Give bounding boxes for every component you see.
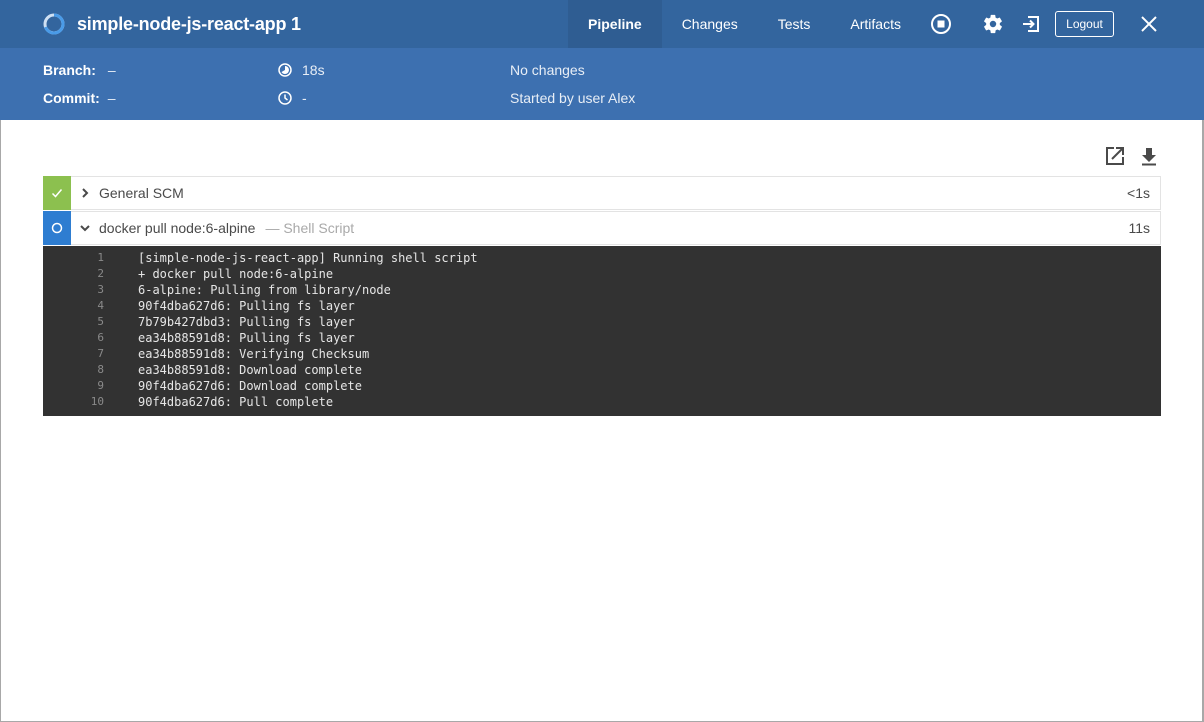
line-number[interactable]: 7 <box>43 346 104 362</box>
clock-icon <box>278 91 292 105</box>
line-number[interactable]: 6 <box>43 330 104 346</box>
log-text: 7b79b427dbd3: Pulling fs layer <box>138 315 355 329</box>
line-number[interactable]: 9 <box>43 378 104 394</box>
log-text: 90f4dba627d6: Pulling fs layer <box>138 299 355 313</box>
console-log: 1 [simple-node-js-react-app] Running shel… <box>43 246 1161 416</box>
top-bar: simple-node-js-react-app 1 Pipeline Chan… <box>0 0 1204 48</box>
log-line: 10 90f4dba627d6: Pull complete <box>43 394 1161 410</box>
branch-value: – <box>107 62 116 78</box>
step-name: General SCM <box>99 185 184 201</box>
login-icon <box>1023 16 1039 32</box>
gear-icon <box>984 14 1002 34</box>
cause-value: Started by user Alex <box>510 90 636 106</box>
log-line: 5 7b79b427dbd3: Pulling fs layer <box>43 314 1161 330</box>
changes-info: No changes <box>510 60 585 80</box>
running-spinner-icon <box>43 13 65 35</box>
commit-value: – <box>107 90 116 106</box>
tab-pipeline[interactable]: Pipeline <box>568 0 662 48</box>
step-status-running <box>43 210 71 245</box>
log-line: 9 90f4dba627d6: Download complete <box>43 378 1161 394</box>
run-info-bar: Branch: – Commit: – 18s - No changes Sta… <box>0 48 1204 120</box>
log-text: [simple-node-js-react-app] Running shell… <box>138 251 478 265</box>
line-number[interactable]: 10 <box>43 394 104 410</box>
line-number[interactable]: 4 <box>43 298 104 314</box>
started-info: - <box>278 88 307 108</box>
log-text: 90f4dba627d6: Pull complete <box>138 395 334 409</box>
page-title: simple-node-js-react-app 1 <box>77 13 301 34</box>
step-name: docker pull node:6-alpine <box>99 220 256 236</box>
log-text: 90f4dba627d6: Download complete <box>138 379 362 393</box>
cause-info: Started by user Alex <box>510 88 635 108</box>
chevron-down-icon[interactable] <box>79 222 91 234</box>
download-icon[interactable] <box>1138 145 1160 167</box>
log-text: 6-alpine: Pulling from library/node <box>138 283 391 297</box>
step-row[interactable]: General SCM <1s <box>43 175 1161 210</box>
log-line: 4 90f4dba627d6: Pulling fs layer <box>43 298 1161 314</box>
tab-tests[interactable]: Tests <box>758 0 831 48</box>
log-text: + docker pull node:6-alpine <box>138 267 334 281</box>
log-line: 6 ea34b88591d8: Pulling fs layer <box>43 330 1161 346</box>
duration-value: 18s <box>302 62 325 78</box>
log-line: 7 ea34b88591d8: Verifying Checksum <box>43 346 1161 362</box>
step-row[interactable]: docker pull node:6-alpine — Shell Script… <box>43 210 1161 245</box>
line-number[interactable]: 1 <box>43 250 104 266</box>
branch-info: Branch: – <box>43 60 116 80</box>
log-line: 8 ea34b88591d8: Download complete <box>43 362 1161 378</box>
step-status-success <box>43 175 71 210</box>
log-text: ea34b88591d8: Verifying Checksum <box>138 347 370 361</box>
tab-changes[interactable]: Changes <box>662 0 758 48</box>
stop-icon <box>931 14 951 34</box>
running-circle-icon <box>51 222 63 233</box>
log-line: 1 [simple-node-js-react-app] Running shel… <box>43 250 1161 266</box>
login-button[interactable] <box>1019 12 1043 36</box>
stop-button[interactable] <box>929 12 953 36</box>
duration-info: 18s <box>278 60 325 80</box>
nav-tabs: Pipeline Changes Tests Artifacts <box>568 0 921 48</box>
chevron-right-icon[interactable] <box>79 187 91 199</box>
settings-button[interactable] <box>981 12 1005 36</box>
run-title: simple-node-js-react-app 1 <box>43 12 301 36</box>
open-external-icon[interactable] <box>1104 145 1126 167</box>
line-number[interactable]: 2 <box>43 266 104 282</box>
step-subtitle: — Shell Script <box>265 220 355 236</box>
log-text: ea34b88591d8: Pulling fs layer <box>138 331 355 345</box>
commit-info: Commit: – <box>43 88 116 108</box>
tab-artifacts[interactable]: Artifacts <box>830 0 921 48</box>
line-number[interactable]: 3 <box>43 282 104 298</box>
logout-button[interactable]: Logout <box>1055 11 1114 37</box>
close-icon <box>1141 16 1157 32</box>
check-icon <box>51 188 63 198</box>
commit-label: Commit: <box>43 90 100 106</box>
started-value: - <box>302 90 307 106</box>
close-button[interactable] <box>1137 12 1161 36</box>
log-line: 2 + docker pull node:6-alpine <box>43 266 1161 282</box>
branch-label: Branch: <box>43 62 96 78</box>
line-number[interactable]: 5 <box>43 314 104 330</box>
step-duration: <1s <box>1127 185 1150 201</box>
log-line: 3 6-alpine: Pulling from library/node <box>43 282 1161 298</box>
duration-icon <box>278 63 292 77</box>
line-number[interactable]: 8 <box>43 362 104 378</box>
log-text: ea34b88591d8: Download complete <box>138 363 362 377</box>
step-duration: 11s <box>1128 220 1150 236</box>
changes-value: No changes <box>510 62 585 78</box>
